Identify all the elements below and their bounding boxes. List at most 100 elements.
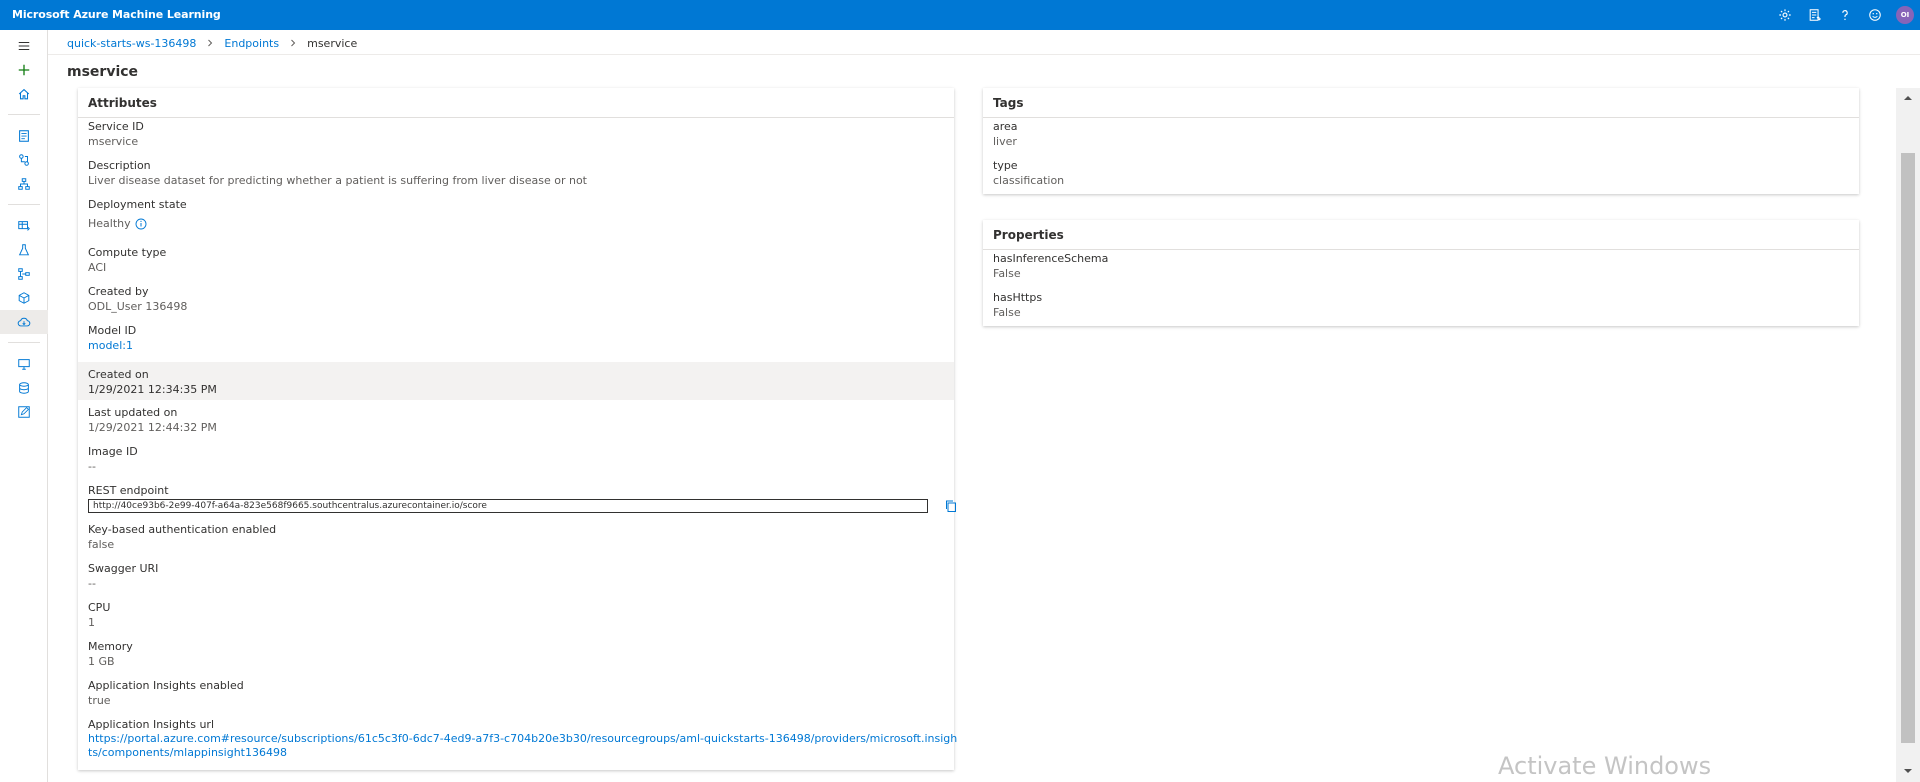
edit-label-icon bbox=[18, 406, 30, 418]
field-description: Description Liver disease dataset for pr… bbox=[78, 159, 597, 188]
scrollbar-thumb[interactable] bbox=[1901, 153, 1915, 743]
nav-datastores[interactable] bbox=[0, 376, 48, 400]
nav-designer[interactable] bbox=[0, 172, 48, 196]
breadcrumb-current: mservice bbox=[307, 36, 358, 50]
flask-icon bbox=[18, 244, 30, 256]
field-label: REST endpoint bbox=[88, 484, 169, 497]
field-model-id: Model ID model:1 bbox=[78, 324, 146, 353]
settings-button[interactable] bbox=[1770, 0, 1800, 30]
app-insights-url-link[interactable]: https://portal.azure.com#resource/subscr… bbox=[88, 732, 957, 746]
nav-automated-ml[interactable] bbox=[0, 148, 48, 172]
breadcrumb-endpoints-link[interactable]: Endpoints bbox=[224, 37, 279, 50]
field-value: 1 GB bbox=[88, 655, 115, 668]
created-on-highlight-row: Created on 1/29/2021 12:34:35 PM bbox=[78, 362, 954, 400]
properties-card-header: Properties bbox=[983, 220, 1859, 250]
nav-models[interactable] bbox=[0, 286, 48, 310]
nav-compute[interactable] bbox=[0, 352, 48, 376]
page-title: mservice bbox=[67, 64, 139, 80]
account-button[interactable]: OI bbox=[1890, 0, 1920, 30]
property-item: hasHttps False bbox=[983, 291, 1052, 320]
nav-notebooks[interactable] bbox=[0, 124, 48, 148]
nav-home[interactable] bbox=[0, 82, 48, 106]
top-bar: Microsoft Azure Machine Learning OI bbox=[0, 0, 1920, 30]
cloud-icon bbox=[17, 317, 31, 327]
nav-divider bbox=[8, 114, 40, 115]
field-value: -- bbox=[88, 460, 96, 473]
field-value: Liver disease dataset for predicting whe… bbox=[88, 174, 587, 187]
field-service-id: Service ID mservice bbox=[78, 120, 154, 149]
feedback-button[interactable] bbox=[1860, 0, 1890, 30]
field-label: Swagger URI bbox=[88, 562, 159, 575]
chevron-right-icon bbox=[203, 36, 217, 50]
field-key-auth: Key-based authentication enabled false bbox=[78, 523, 286, 552]
field-cpu: CPU 1 bbox=[78, 601, 120, 630]
rest-endpoint-field[interactable]: http://40ce93b6-2e99-407f-a64a-823e568f9… bbox=[88, 499, 928, 513]
field-app-insights-url: Application Insights url https://portal.… bbox=[78, 718, 967, 760]
scroll-up-arrow-icon[interactable] bbox=[1903, 93, 1913, 103]
field-label: Description bbox=[88, 159, 151, 172]
nav-experiments[interactable] bbox=[0, 238, 48, 262]
automl-icon bbox=[19, 154, 29, 166]
app-title[interactable]: Microsoft Azure Machine Learning bbox=[12, 8, 221, 21]
property-key: hasInferenceSchema bbox=[993, 252, 1109, 265]
copy-icon[interactable] bbox=[944, 499, 958, 513]
scroll-down-arrow-icon[interactable] bbox=[1903, 766, 1913, 776]
field-deployment-state: Deployment state Healthy bbox=[78, 198, 197, 231]
notifications-button[interactable] bbox=[1800, 0, 1830, 30]
field-value: ODL_User 136498 bbox=[88, 300, 188, 313]
field-value: ACI bbox=[88, 261, 107, 274]
attributes-card: Attributes Service ID mservice Descripti… bbox=[78, 88, 957, 770]
field-rest-endpoint: REST endpoint http://40ce93b6-2e99-407f-… bbox=[78, 484, 956, 515]
pipeline-icon bbox=[18, 268, 30, 280]
nav-divider bbox=[8, 342, 40, 343]
tag-key: area bbox=[993, 120, 1018, 133]
breadcrumb-workspace-link[interactable]: quick-starts-ws-136498 bbox=[67, 37, 196, 50]
help-icon bbox=[1842, 10, 1848, 21]
tag-item: type classification bbox=[983, 159, 1074, 188]
field-label: Model ID bbox=[88, 324, 137, 337]
nav-pipelines[interactable] bbox=[0, 262, 48, 286]
app-insights-url-link-cont[interactable]: ts/components/mlappinsight136498 bbox=[88, 746, 957, 760]
field-label: Deployment state bbox=[88, 198, 187, 211]
field-label: CPU bbox=[88, 601, 111, 614]
left-nav bbox=[0, 30, 48, 782]
top-bar-icons: OI bbox=[1770, 0, 1920, 30]
info-icon[interactable] bbox=[135, 218, 147, 230]
dataset-icon bbox=[18, 221, 30, 231]
field-value: Healthy bbox=[88, 216, 187, 231]
header-divider bbox=[48, 54, 1920, 55]
model-id-link[interactable]: model:1 bbox=[88, 338, 136, 353]
field-value: mservice bbox=[88, 135, 139, 148]
vertical-scrollbar[interactable] bbox=[1896, 88, 1920, 782]
breadcrumb: quick-starts-ws-136498 Endpoints mservic… bbox=[67, 35, 357, 51]
gear-icon bbox=[1779, 9, 1791, 21]
field-value: 1/29/2021 12:34:35 PM bbox=[88, 383, 217, 396]
field-app-insights-enabled: Application Insights enabled true bbox=[78, 679, 254, 708]
database-icon bbox=[19, 382, 29, 394]
help-button[interactable] bbox=[1830, 0, 1860, 30]
field-label: Last updated on bbox=[88, 406, 178, 419]
nav-endpoints[interactable] bbox=[0, 310, 48, 334]
nav-data-labeling[interactable] bbox=[0, 400, 48, 424]
tag-value: liver bbox=[993, 135, 1017, 148]
tag-key: type bbox=[993, 159, 1018, 172]
home-icon bbox=[18, 88, 30, 100]
field-image-id: Image ID -- bbox=[78, 445, 148, 474]
field-label: Compute type bbox=[88, 246, 167, 259]
activate-windows-watermark: Activate Windows bbox=[1498, 752, 1712, 780]
field-value: false bbox=[88, 538, 115, 551]
hamburger-icon bbox=[18, 41, 30, 51]
field-swagger-uri: Swagger URI -- bbox=[78, 562, 168, 591]
property-key: hasHttps bbox=[993, 291, 1043, 304]
field-label: Image ID bbox=[88, 445, 138, 458]
property-value: False bbox=[993, 267, 1021, 280]
field-created-by: Created by ODL_User 136498 bbox=[78, 285, 197, 314]
chevron-right-icon bbox=[286, 36, 300, 50]
create-new-button[interactable] bbox=[0, 58, 48, 82]
nav-datasets[interactable] bbox=[0, 214, 48, 238]
hamburger-menu-button[interactable] bbox=[0, 34, 48, 58]
deployment-state-value: Healthy bbox=[88, 217, 131, 230]
notebook-icon bbox=[19, 130, 29, 142]
attributes-card-header: Attributes bbox=[78, 88, 954, 118]
field-label: Application Insights url bbox=[88, 718, 215, 731]
